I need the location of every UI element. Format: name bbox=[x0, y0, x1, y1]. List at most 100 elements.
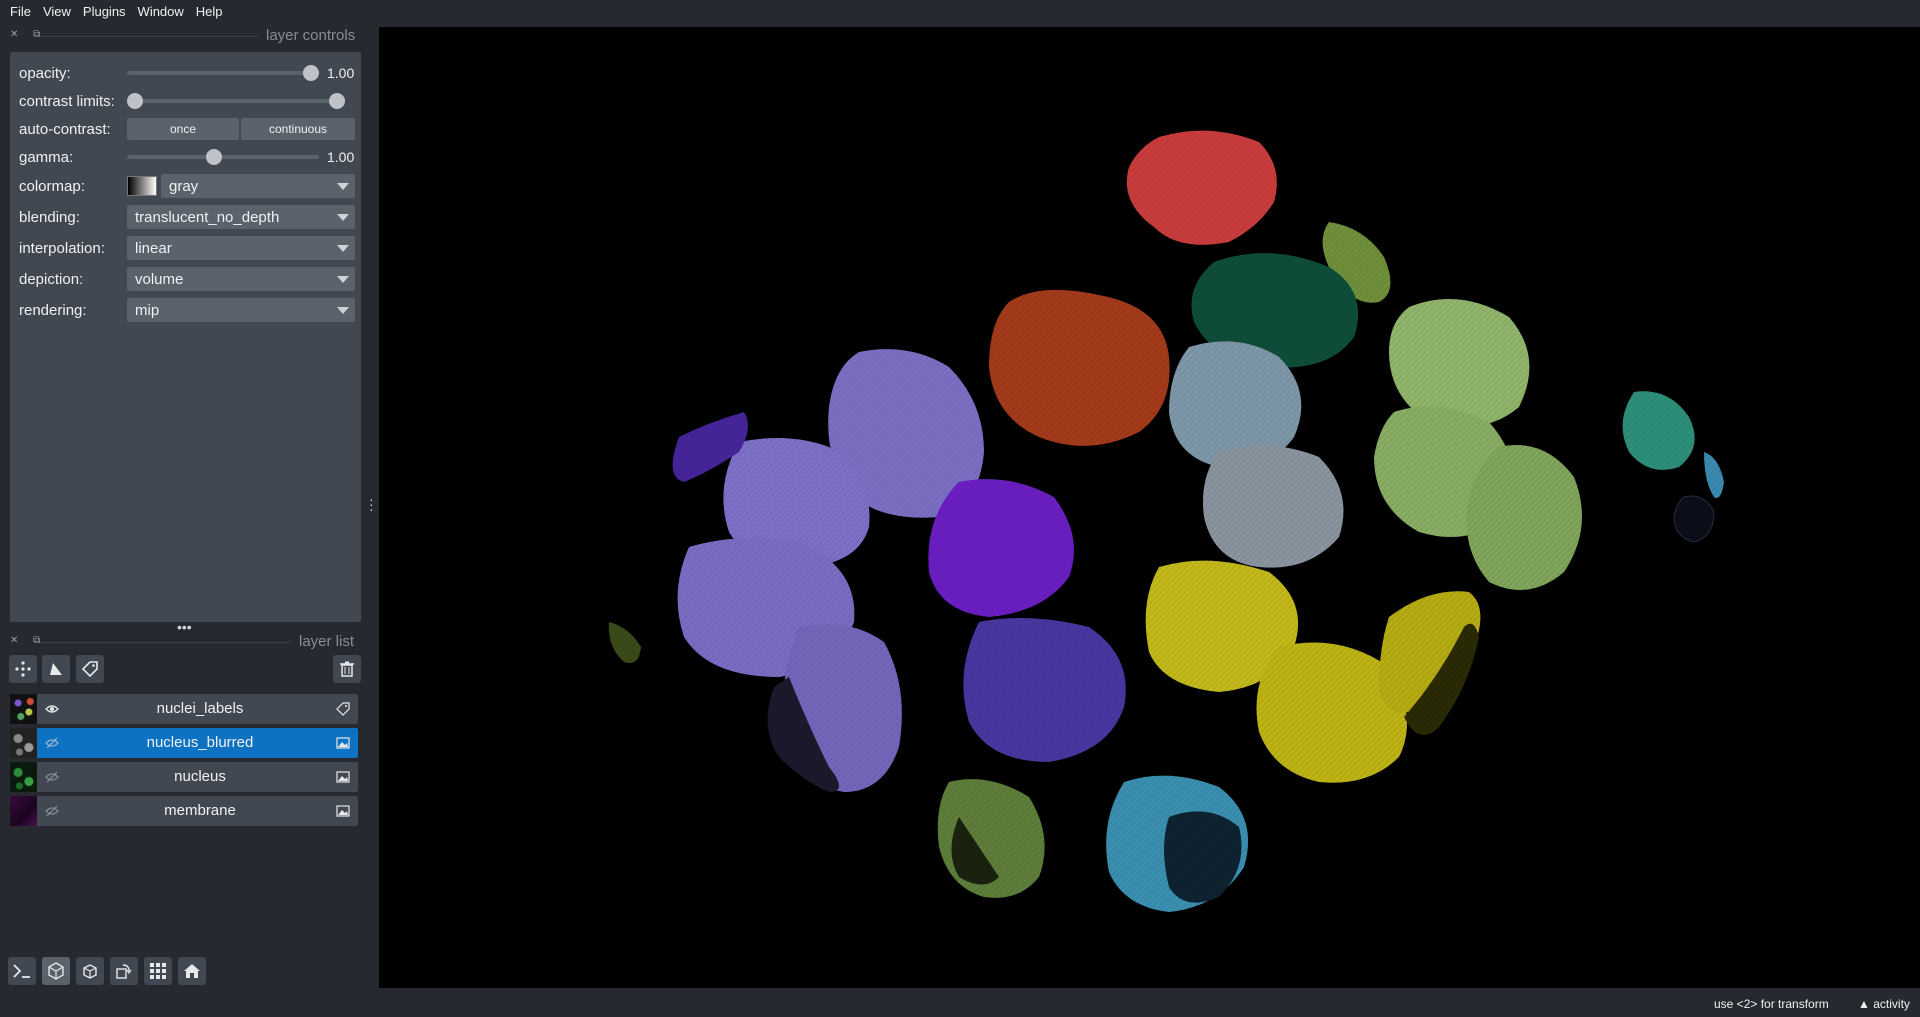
auto-contrast-label: auto-contrast: bbox=[19, 120, 111, 138]
layer-thumbnail bbox=[10, 762, 37, 792]
new-shapes-layer-button[interactable] bbox=[42, 655, 70, 683]
ndisplay-toggle-button[interactable] bbox=[42, 957, 70, 985]
rendering-row: rendering: mip bbox=[10, 296, 361, 324]
menu-view[interactable]: View bbox=[37, 0, 77, 24]
tag-icon bbox=[81, 661, 98, 678]
home-icon bbox=[184, 964, 200, 978]
points-icon bbox=[15, 661, 31, 677]
eye-closed-icon[interactable] bbox=[45, 736, 59, 750]
activity-button[interactable]: ▲ activity bbox=[1858, 997, 1910, 1011]
status-hint: use <2> for transform bbox=[1714, 997, 1829, 1011]
caret-up-icon: ▲ bbox=[1858, 997, 1870, 1011]
blending-value: translucent_no_depth bbox=[135, 208, 280, 226]
eye-closed-icon[interactable] bbox=[45, 804, 59, 818]
roll-dims-button[interactable] bbox=[76, 957, 104, 985]
layer-controls-title: layer controls bbox=[266, 27, 356, 44]
menu-window[interactable]: Window bbox=[132, 0, 190, 24]
blending-select[interactable]: translucent_no_depth bbox=[127, 205, 355, 229]
dock-float-icons[interactable]: ✕ ⧉ bbox=[10, 29, 46, 40]
layer-controls-panel: opacity: 1.00 contrast limits: auto-cont… bbox=[10, 52, 361, 622]
dock-resize-handle[interactable]: · · · bbox=[369, 492, 374, 516]
auto-contrast-continuous-button[interactable]: continuous bbox=[241, 118, 355, 140]
chevron-down-icon bbox=[337, 245, 349, 252]
menu-plugins[interactable]: Plugins bbox=[77, 0, 132, 24]
grid-icon bbox=[150, 963, 166, 979]
colormap-label: colormap: bbox=[19, 177, 85, 195]
opacity-value: 1.00 bbox=[327, 65, 355, 81]
opacity-slider-handle[interactable] bbox=[303, 65, 319, 81]
depiction-label: depiction: bbox=[19, 270, 84, 288]
auto-contrast-row: auto-contrast: once continuous bbox=[10, 115, 361, 143]
dock-float-icons[interactable]: ✕ ⧉ bbox=[10, 635, 46, 646]
chevron-down-icon bbox=[337, 276, 349, 283]
new-points-layer-button[interactable] bbox=[9, 655, 37, 683]
dock-title-line bbox=[40, 642, 290, 643]
layer-row-nuclei-labels[interactable]: nuclei_labels bbox=[10, 694, 358, 724]
panel-splitter-handle[interactable]: ••• bbox=[177, 619, 192, 635]
layer-row-membrane[interactable]: membrane bbox=[10, 796, 358, 826]
opacity-slider[interactable] bbox=[127, 65, 319, 81]
chevron-down-icon bbox=[337, 214, 349, 221]
depiction-row: depiction: volume bbox=[10, 265, 361, 293]
eye-closed-icon[interactable] bbox=[45, 770, 59, 784]
interpolation-value: linear bbox=[135, 239, 172, 257]
colormap-value: gray bbox=[169, 177, 199, 195]
grid-view-button[interactable] bbox=[144, 957, 172, 985]
layer-name: nucleus_blurred bbox=[146, 734, 254, 751]
colormap-select[interactable]: gray bbox=[161, 174, 355, 198]
activity-label: activity bbox=[1873, 997, 1910, 1011]
console-button[interactable] bbox=[8, 957, 36, 985]
blending-row: blending: translucent_no_depth bbox=[10, 203, 361, 231]
auto-contrast-once-button[interactable]: once bbox=[127, 118, 239, 140]
gamma-value: 1.00 bbox=[327, 149, 355, 165]
cube-3d-icon bbox=[48, 962, 64, 980]
gamma-label: gamma: bbox=[19, 148, 74, 166]
trash-icon bbox=[340, 661, 354, 677]
layer-list-title: layer list bbox=[299, 633, 355, 650]
depiction-select[interactable]: volume bbox=[127, 267, 355, 291]
status-bar: use <2> for transform ▲ activity bbox=[0, 990, 1920, 1017]
blending-label: blending: bbox=[19, 208, 80, 226]
volume-render bbox=[379, 27, 1920, 988]
gamma-slider-handle[interactable] bbox=[206, 149, 223, 165]
voxel-texture bbox=[379, 27, 1920, 988]
layer-row-nucleus[interactable]: nucleus bbox=[10, 762, 358, 792]
layer-thumbnail bbox=[10, 796, 37, 826]
rendering-label: rendering: bbox=[19, 301, 87, 319]
viewer-canvas[interactable] bbox=[379, 27, 1920, 988]
home-button[interactable] bbox=[178, 957, 206, 985]
opacity-label: opacity: bbox=[19, 64, 71, 82]
rendering-value: mip bbox=[135, 301, 160, 319]
layer-name: membrane bbox=[164, 802, 236, 819]
rendering-select[interactable]: mip bbox=[127, 298, 355, 322]
box-icon bbox=[83, 964, 97, 979]
image-layer-icon bbox=[336, 737, 350, 749]
contrast-limits-row: contrast limits: bbox=[10, 87, 361, 115]
chevron-down-icon bbox=[337, 307, 349, 314]
eye-icon[interactable] bbox=[45, 702, 59, 716]
interpolation-select[interactable]: linear bbox=[127, 236, 355, 260]
menu-help[interactable]: Help bbox=[190, 0, 229, 24]
contrast-limits-slider[interactable] bbox=[127, 93, 345, 109]
gamma-slider[interactable] bbox=[127, 149, 319, 165]
transpose-icon bbox=[116, 964, 132, 979]
layer-name: nucleus bbox=[174, 768, 226, 785]
gamma-row: gamma: 1.00 bbox=[10, 143, 361, 171]
layer-thumbnail bbox=[10, 694, 37, 724]
image-layer-icon bbox=[336, 771, 350, 783]
delete-layer-button[interactable] bbox=[333, 655, 361, 683]
image-layer-icon bbox=[336, 805, 350, 817]
interpolation-label: interpolation: bbox=[19, 239, 105, 257]
menu-file[interactable]: File bbox=[4, 0, 37, 24]
contrast-limits-label: contrast limits: bbox=[19, 92, 115, 110]
interpolation-row: interpolation: linear bbox=[10, 234, 361, 262]
layer-row-nucleus-blurred[interactable]: nucleus_blurred bbox=[10, 728, 358, 758]
new-labels-layer-button[interactable] bbox=[76, 655, 104, 683]
layer-name: nuclei_labels bbox=[156, 700, 244, 717]
contrast-low-handle[interactable] bbox=[127, 93, 143, 109]
terminal-icon bbox=[13, 964, 30, 978]
colormap-swatch bbox=[127, 176, 157, 196]
contrast-high-handle[interactable] bbox=[329, 93, 345, 109]
transpose-button[interactable] bbox=[110, 957, 138, 985]
labels-layer-icon bbox=[336, 702, 350, 716]
